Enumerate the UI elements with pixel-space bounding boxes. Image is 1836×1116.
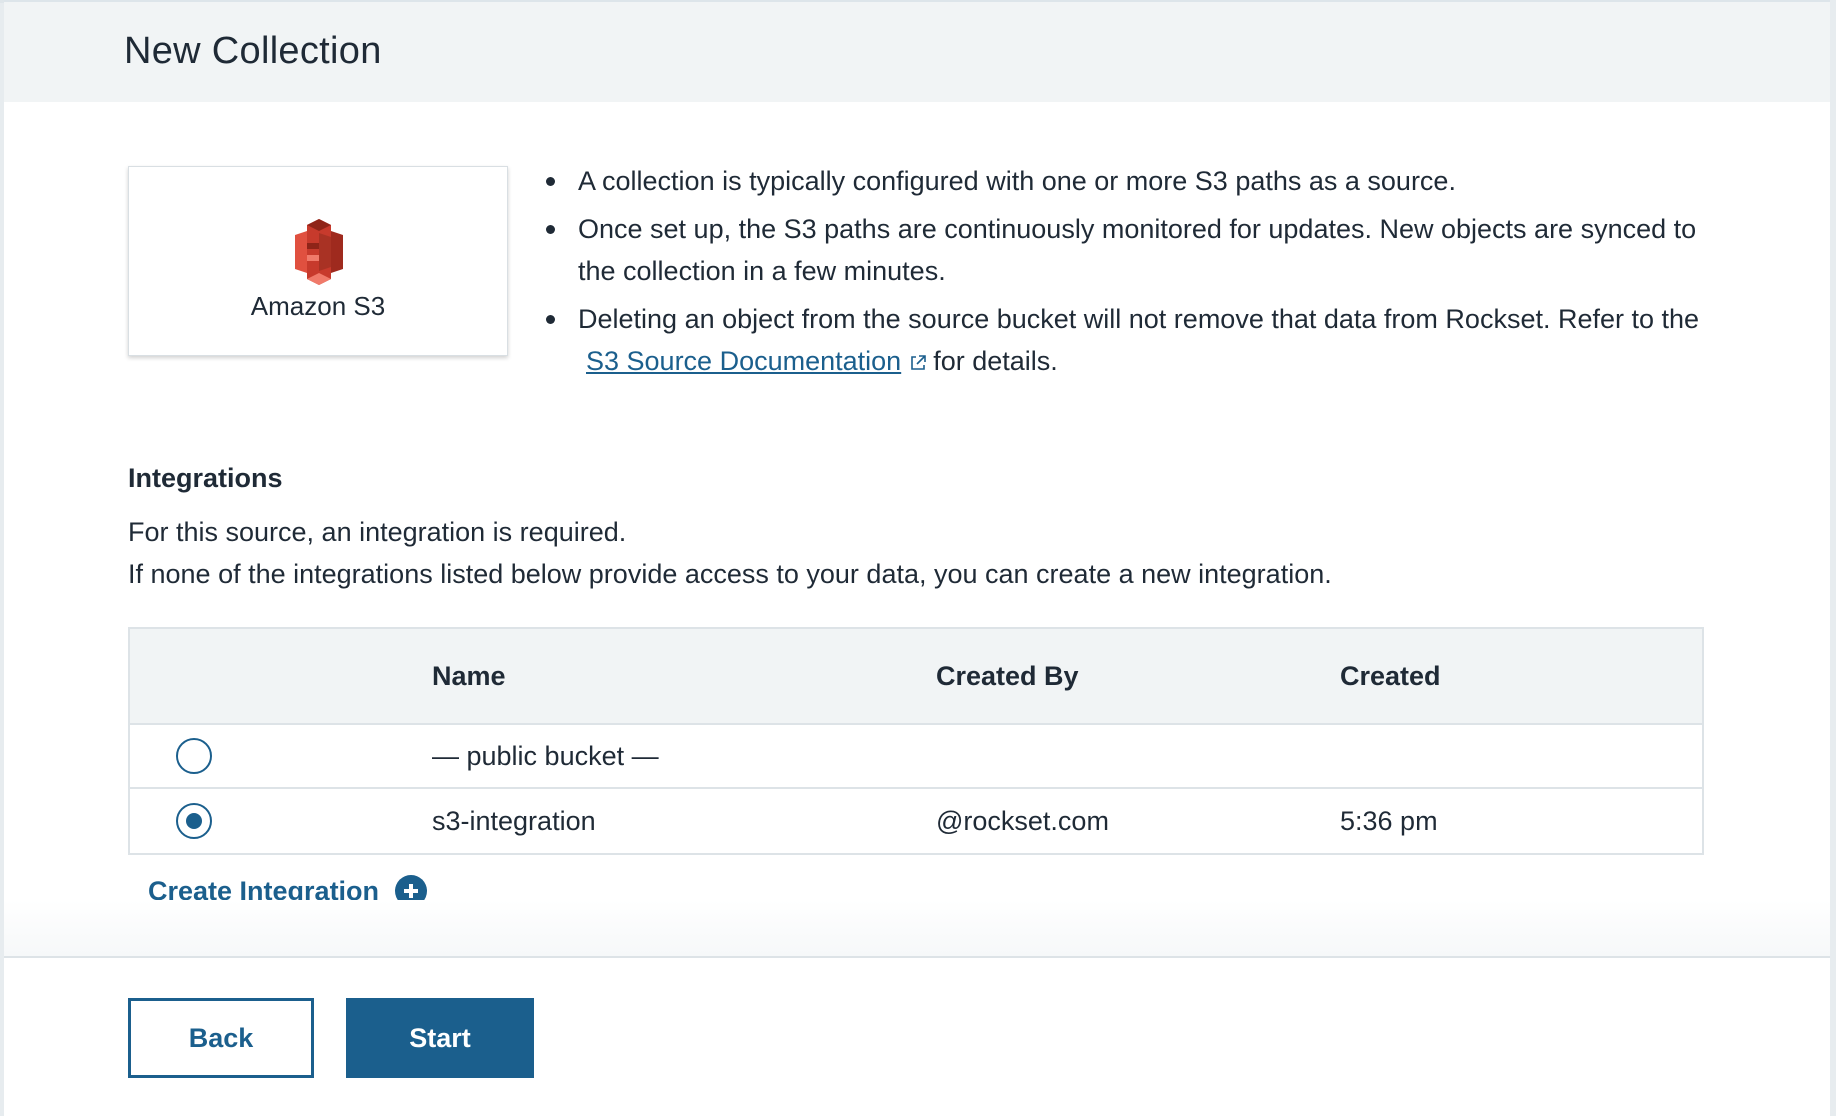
integrations-description: For this source, an integration is requi… — [128, 511, 1332, 595]
s3-documentation-link[interactable]: S3 Source Documentation — [586, 346, 901, 376]
info-bullet: Once set up, the S3 paths are continuous… — [546, 208, 1716, 292]
page-title: New Collection — [124, 30, 382, 72]
back-button[interactable]: Back — [128, 998, 314, 1078]
table-row[interactable]: — public bucket — — [130, 725, 1702, 789]
source-card-amazon-s3: Amazon S3 — [128, 166, 508, 356]
integrations-desc-line: If none of the integrations listed below… — [128, 559, 1332, 589]
integrations-table: Name Created By Created — public bucket … — [128, 627, 1704, 855]
page-header: New Collection — [4, 0, 1830, 102]
info-bullet: A collection is typically configured wit… — [546, 160, 1716, 202]
external-link-icon — [911, 355, 926, 370]
table-row[interactable]: s3-integration @rockset.com 5:36 pm — [130, 789, 1702, 853]
column-header-created-by: Created By — [936, 660, 1079, 691]
column-header-name: Name — [432, 660, 506, 691]
info-bullet: Deleting an object from the source bucke… — [546, 298, 1716, 382]
info-text: Deleting an object from the source bucke… — [578, 304, 1700, 334]
integration-radio-public-bucket[interactable] — [176, 738, 212, 774]
info-text: for details. — [933, 346, 1058, 376]
integration-name: s3-integration — [432, 805, 596, 836]
radio-cell — [176, 789, 212, 853]
table-header: Name Created By Created — [130, 629, 1702, 725]
integrations-heading: Integrations — [128, 463, 283, 493]
source-name: Amazon S3 — [250, 291, 386, 321]
content-fade — [4, 900, 1830, 956]
column-header-created: Created — [1340, 660, 1441, 691]
new-collection-page: New Collection Amazon S3 A collection is… — [0, 0, 1836, 1116]
footer-divider — [4, 956, 1830, 958]
start-button[interactable]: Start — [346, 998, 534, 1078]
info-text: A collection is typically configured wit… — [578, 166, 1456, 196]
info-list: A collection is typically configured wit… — [546, 160, 1716, 388]
integrations-desc-line: For this source, an integration is requi… — [128, 517, 627, 547]
info-text: Once set up, the S3 paths are continuous… — [578, 214, 1697, 286]
amazon-s3-icon — [295, 219, 343, 285]
integration-name: — public bucket — — [432, 740, 659, 771]
integration-created-by: @rockset.com — [936, 805, 1109, 836]
integration-created: 5:36 pm — [1340, 805, 1438, 836]
integration-radio-s3-integration[interactable] — [176, 803, 212, 839]
radio-cell — [176, 725, 212, 787]
